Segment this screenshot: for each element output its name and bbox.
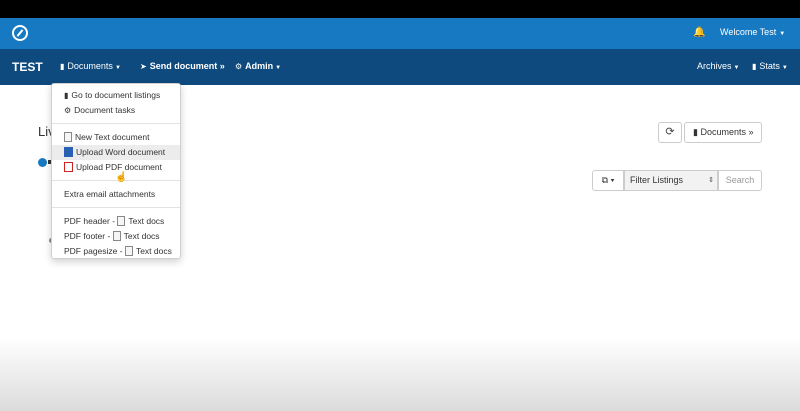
menu-item-label: Upload PDF document (76, 162, 162, 172)
brand[interactable]: TEST (12, 60, 43, 74)
menu-item-label: Extra email attachments (64, 189, 156, 199)
menu-item-extra-attachments[interactable]: Extra email attachments (52, 187, 180, 202)
nav-send-document[interactable]: ➤ Send document » (140, 61, 225, 71)
file-icon: ▮ (60, 62, 65, 71)
nav-documents[interactable]: ▮ Documents ▼ (60, 61, 121, 71)
menu-item-go-to-listings[interactable]: ▮ Go to document listings (52, 88, 180, 103)
text-doc-icon (117, 216, 126, 226)
user-menu[interactable]: Welcome Test ▼ (720, 27, 785, 37)
app-window: 🔔 Welcome Test ▼ TEST ▮ Documents ▼ ➤ Send d… (0, 18, 800, 411)
menu-item-label: Document tasks (74, 105, 136, 115)
menu-item-pdf-pagesize[interactable]: PDF pagesize - Text docs (52, 244, 180, 259)
menu-item-label: Go to document listings (71, 90, 161, 100)
main-navbar: TEST ▮ Documents ▼ ➤ Send document » ⚙ Admin… (0, 49, 800, 85)
filter-icon: ⧉ ▾ (601, 175, 615, 185)
menu-item-label: Upload Word document (76, 147, 166, 157)
filter-listings-value: Filter Listings (630, 175, 684, 185)
menu-item-pdf-footer[interactable]: PDF footer - Text docs (52, 229, 180, 244)
nav-archives-label: Archives (697, 61, 732, 71)
top-bar: 🔔 Welcome Test ▼ (0, 18, 800, 49)
bottom-fade (0, 338, 800, 411)
menu-item-document-tasks[interactable]: ⚙ Document tasks (52, 103, 180, 118)
documents-dropdown-menu: ▮ Go to document listings ⚙ Document tasks… (51, 83, 181, 259)
menu-item-upload-word[interactable]: Upload Word document (52, 145, 180, 160)
nav-archives[interactable]: Archives ▼ (697, 61, 739, 71)
gear-icon: ⚙ (235, 62, 243, 71)
info-icon[interactable] (38, 158, 47, 167)
caret-down-icon: ▼ (779, 31, 786, 37)
filter-options-button[interactable]: ⧉ ▾ (592, 170, 624, 191)
menu-item-label-prefix: PDF pagesize - (64, 246, 125, 256)
caret-down-icon: ▼ (733, 65, 740, 71)
nav-send-document-label: Send document » (149, 61, 225, 71)
stats-icon: ▮ (752, 62, 757, 71)
select-arrows-icon: ⇕ (708, 177, 714, 184)
hand-cursor-icon: ☝ (115, 172, 128, 183)
menu-item-new-text-document[interactable]: New Text document (52, 130, 180, 145)
refresh-icon: ⟳ (665, 126, 675, 138)
search-button[interactable]: Search (718, 170, 762, 191)
nav-admin-label: Admin (245, 61, 274, 71)
nav-documents-label: Documents (67, 61, 113, 71)
send-icon: ➤ (140, 62, 147, 71)
caret-down-icon: ▼ (781, 65, 788, 71)
menu-item-label: New Text document (75, 132, 150, 142)
refresh-button[interactable]: ⟳ (658, 122, 682, 143)
menu-item-label-suffix: Text docs (135, 246, 172, 256)
menu-item-label-suffix: Text docs (128, 216, 165, 226)
text-doc-icon (112, 231, 121, 241)
menu-item-label-prefix: PDF footer - (64, 231, 113, 241)
menu-item-label-suffix: Text docs (123, 231, 160, 241)
user-menu-label: Welcome Test (720, 27, 777, 37)
word-doc-icon (64, 147, 73, 157)
text-doc-icon (64, 132, 72, 142)
documents-button-label: Documents » (700, 127, 754, 137)
menu-divider (52, 207, 180, 208)
nav-admin[interactable]: ⚙ Admin ▼ (235, 61, 281, 71)
gear-icon: ⚙ (64, 106, 72, 115)
caret-down-icon: ▼ (275, 65, 282, 71)
caret-down-icon: ▼ (114, 65, 121, 71)
menu-item-pdf-header[interactable]: PDF header - Text docs (52, 214, 180, 229)
text-doc-icon (124, 246, 133, 256)
menu-divider (52, 123, 180, 124)
nav-stats[interactable]: ▮ Stats ▼ (752, 61, 788, 71)
compass-logo-icon[interactable] (12, 25, 28, 41)
bell-icon[interactable]: 🔔 (693, 27, 705, 38)
documents-button[interactable]: ▮ Documents » (684, 122, 762, 143)
nav-stats-label: Stats (759, 61, 780, 71)
file-icon: ▮ (64, 91, 69, 100)
filter-listings-select[interactable]: Filter Listings ⇕ (624, 170, 718, 191)
pdf-doc-icon (64, 162, 73, 172)
menu-item-label-prefix: PDF header - (64, 216, 118, 226)
